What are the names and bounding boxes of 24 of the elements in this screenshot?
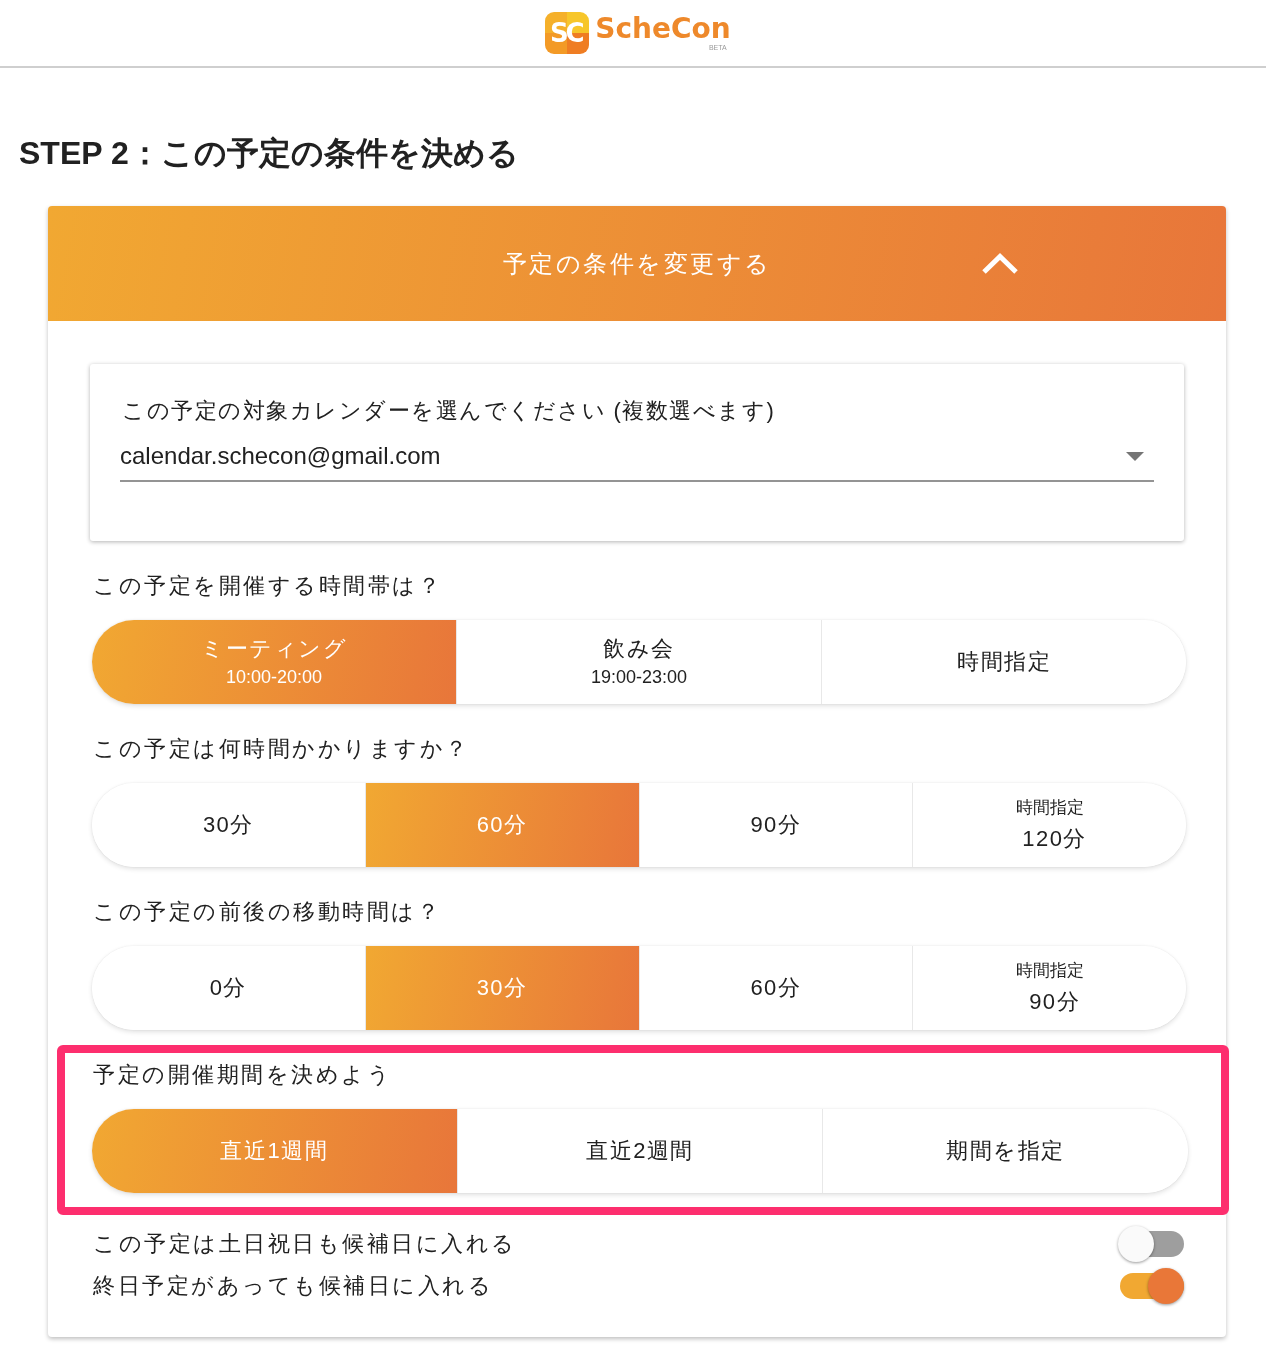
- option-button[interactable]: 飲み会 19:00-23:00: [456, 620, 821, 704]
- logo-text: ScheCon: [595, 14, 731, 44]
- option-button[interactable]: 30分: [92, 783, 365, 867]
- chevron-up-icon: [980, 252, 1019, 275]
- question-label: この予定は何時間かかりますか？: [93, 735, 471, 763]
- toggle-label: 終日予定があっても候補日に入れる: [93, 1272, 493, 1300]
- caret-down-icon: [1126, 451, 1144, 461]
- question-label: この予定を開催する時間帯は？: [93, 572, 443, 600]
- option-button[interactable]: 時間指定 90分: [912, 946, 1186, 1030]
- option-button[interactable]: 期間を指定: [822, 1109, 1188, 1193]
- option-button[interactable]: 時間指定 120分: [912, 783, 1186, 867]
- option-button[interactable]: 90分: [638, 783, 913, 867]
- question-label: この予定の前後の移動時間は？: [93, 898, 442, 926]
- calendar-select[interactable]: この予定の対象カレンダーを選んでください (複数選べます) calendar.schecon@gmail.com: [120, 397, 1154, 482]
- toggle-label: この予定は土日祝日も候補日に入れる: [93, 1230, 517, 1258]
- option-button[interactable]: 0分: [92, 946, 365, 1030]
- toggle-switch[interactable]: [1118, 1267, 1184, 1305]
- option-button[interactable]: 60分: [638, 946, 913, 1030]
- toggle-switch[interactable]: [1118, 1225, 1184, 1263]
- option-button[interactable]: 時間指定: [821, 620, 1186, 704]
- logo-mark: SC: [545, 12, 590, 54]
- question-label: 予定の開催期間を決めよう: [93, 1061, 393, 1089]
- step-title: STEP 2：この予定の条件を決める: [19, 134, 520, 172]
- option-button[interactable]: 直近2週間: [456, 1109, 823, 1193]
